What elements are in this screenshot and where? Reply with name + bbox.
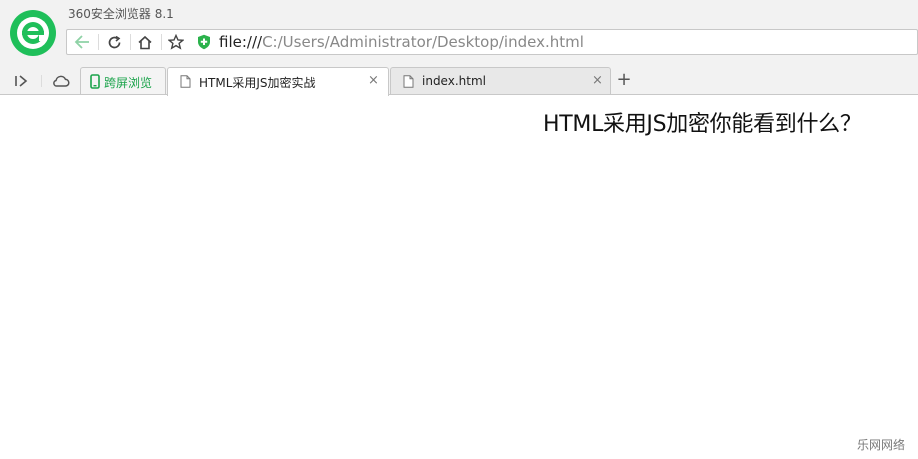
page-heading: HTML采用JS加密你能看到什么？ (543, 112, 862, 137)
security-status-button[interactable] (189, 30, 219, 54)
url-path: C:/Users/Administrator/Desktop/index.htm… (262, 33, 584, 51)
home-button[interactable] (130, 30, 160, 54)
refresh-button[interactable] (99, 30, 129, 54)
favorite-button[interactable] (161, 30, 191, 54)
tab-close-icon[interactable]: × (592, 74, 603, 88)
star-icon (168, 34, 184, 50)
cloud-button[interactable] (51, 71, 71, 91)
document-icon (403, 75, 414, 88)
tab-label: HTML采用JS加密实战 (199, 76, 316, 90)
tab-strip-border (0, 94, 918, 95)
tab-strip-divider (41, 75, 42, 87)
url-protocol: file:/// (219, 33, 263, 51)
home-icon (138, 35, 152, 49)
watermark-text: 乐网网络 (857, 438, 906, 452)
tab-strip: 跨屏浏览 HTML采用JS加密实战 × index.html × + (0, 66, 918, 96)
back-button[interactable] (67, 30, 97, 54)
refresh-icon (108, 35, 120, 48)
tab-close-icon[interactable]: × (368, 74, 379, 88)
new-tab-button[interactable]: + (612, 69, 636, 91)
tab-index-html[interactable]: index.html × (390, 67, 611, 94)
tab-cross-screen[interactable]: 跨屏浏览 (80, 67, 166, 94)
sidebar-toggle-icon (15, 75, 28, 87)
cloud-icon (53, 75, 70, 87)
tab-label: 跨屏浏览 (104, 76, 153, 90)
document-icon (180, 75, 191, 88)
tab-label: index.html (422, 74, 486, 88)
back-arrow-icon (74, 35, 89, 49)
tab-html-js-encryption[interactable]: HTML采用JS加密实战 × (167, 67, 389, 96)
window-title: 360安全浏览器 8.1 (68, 7, 174, 21)
sidebar-toggle-button[interactable] (11, 71, 31, 91)
url-text[interactable]: file:///C:/Users/Administrator/Desktop/i… (219, 32, 584, 52)
address-bar[interactable]: file:///C:/Users/Administrator/Desktop/i… (66, 29, 918, 55)
security-shield-icon (198, 34, 210, 50)
browser-logo-icon (9, 9, 57, 57)
phone-icon (90, 74, 100, 89)
browser-chrome: 360安全浏览器 8.1 file:///C:/Users/Administra… (0, 0, 918, 96)
